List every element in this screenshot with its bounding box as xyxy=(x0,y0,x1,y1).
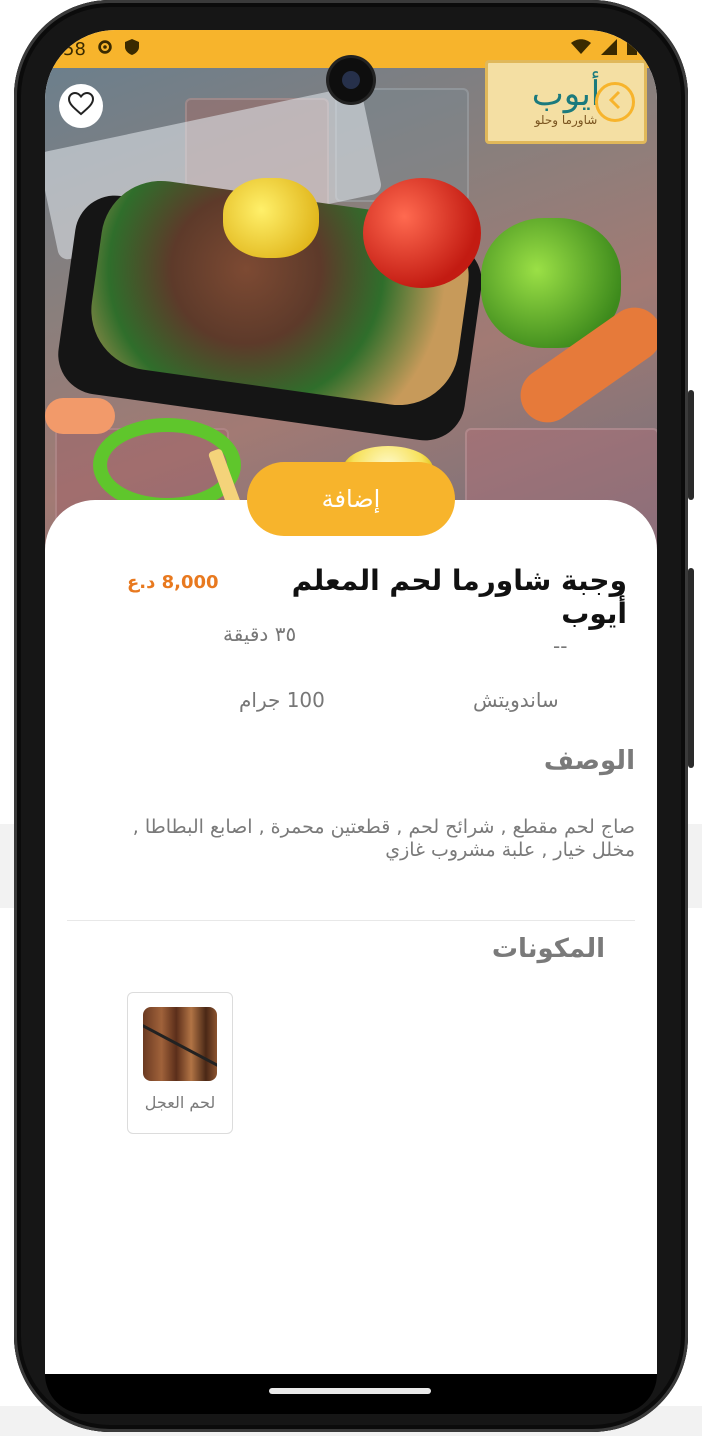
ingredient-card[interactable]: لحم العجل xyxy=(127,992,233,1134)
app-screen: 58 أيوب شاورما وحلو إضافة وجبة شاورما لح… xyxy=(45,30,657,1374)
wifi-icon xyxy=(571,38,591,60)
product-weight: 100 جرام xyxy=(239,688,325,712)
ingredient-image xyxy=(143,1007,217,1081)
tomato xyxy=(363,178,481,288)
gear-icon xyxy=(96,38,114,61)
ingredients-heading: المكونات xyxy=(491,934,605,964)
description-text: صاج لحم مقطع , شرائح لحم , قطعتين محمرة … xyxy=(132,816,635,861)
carrot-slice xyxy=(45,398,115,434)
add-to-cart-button[interactable]: إضافة xyxy=(247,462,455,536)
status-time: 58 xyxy=(63,38,86,60)
yellow-pepper xyxy=(223,178,319,258)
back-button[interactable] xyxy=(595,82,635,122)
status-right xyxy=(571,38,637,60)
logo-subtitle: شاورما وحلو xyxy=(534,113,598,127)
favorite-button[interactable] xyxy=(59,84,103,128)
ingredient-label: لحم العجل xyxy=(144,1093,216,1112)
home-indicator[interactable] xyxy=(269,1388,431,1394)
product-price: 8,000 د.ع xyxy=(127,572,219,593)
navigation-bar xyxy=(45,1374,657,1414)
status-left: 58 xyxy=(63,38,140,61)
power-button xyxy=(688,568,694,768)
shield-icon xyxy=(124,38,140,61)
heart-outline-icon xyxy=(67,91,95,120)
logo-title: أيوب xyxy=(531,74,601,114)
product-category: ساندويتش xyxy=(473,688,559,712)
signal-icon xyxy=(601,38,617,60)
battery-icon xyxy=(627,38,637,60)
prep-placeholder: -- xyxy=(553,634,568,658)
prep-time: ٣٥ دقيقة xyxy=(223,622,297,646)
product-title: وجبة شاورما لحم المعلم أيوب xyxy=(291,564,627,630)
description-heading: الوصف xyxy=(543,746,635,776)
front-camera xyxy=(329,58,373,102)
divider xyxy=(67,920,635,921)
chevron-left-icon xyxy=(608,90,622,114)
volume-button xyxy=(688,390,694,500)
